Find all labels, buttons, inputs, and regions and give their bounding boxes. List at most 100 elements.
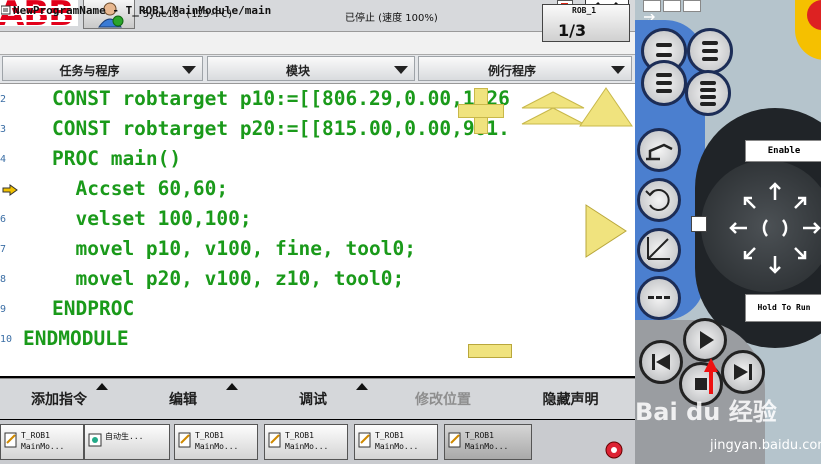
increment-icon: [648, 296, 670, 299]
window-minimize-button[interactable]: [643, 0, 661, 12]
line-number: 3: [0, 124, 7, 135]
add-instruction-menu[interactable]: 添加指令: [0, 379, 118, 419]
step-forward-button[interactable]: [721, 350, 765, 394]
toggle-axes-key[interactable]: [637, 228, 681, 272]
zoom-in-icon[interactable]: [458, 104, 504, 118]
window-close-button[interactable]: [683, 0, 701, 12]
menu-label: 调试: [299, 392, 327, 408]
key-icon: [656, 73, 672, 93]
menu-up-arrow-icon: [96, 383, 108, 390]
code-line[interactable]: movel p10, v100, fine, tool0;: [52, 237, 415, 260]
program-editor-icon: [268, 432, 281, 448]
quickset-icon: [605, 441, 623, 459]
programmable-key-2[interactable]: [687, 28, 733, 74]
menu-up-arrow-icon: [356, 383, 368, 390]
editor-tabs: 任务与程序 模块 例行程序: [0, 55, 635, 84]
auto-production-icon: [88, 433, 102, 447]
task-window-program-editor[interactable]: T_ROB1 MainMo...: [0, 424, 84, 460]
task-line: T_ROB1: [465, 431, 494, 440]
tab-label: 任务与程序: [59, 64, 120, 78]
toggle-motion-mode-key[interactable]: [637, 178, 681, 222]
menu-label: 修改位置: [415, 392, 471, 408]
robot-speed-fraction: 1/3: [558, 21, 587, 40]
program-pointer-icon: [2, 184, 18, 196]
line-number: 10: [0, 334, 13, 345]
key-icon: [700, 81, 716, 106]
tab-label: 模块: [285, 64, 310, 78]
code-line[interactable]: PROC main(): [52, 147, 181, 170]
code-line[interactable]: CONST robtarget p20:=[[815.00,0.00,961.: [52, 117, 510, 140]
robot-arm-icon: [646, 143, 673, 161]
scroll-up-icon[interactable]: [578, 86, 634, 128]
menu-label: 编辑: [169, 392, 197, 408]
task-line: MainMo...: [285, 442, 329, 451]
select-mechanical-unit-key[interactable]: [637, 128, 681, 172]
key-icon: [702, 41, 718, 61]
task-line: T_ROB1: [21, 431, 50, 440]
program-editor-icon: [1, 5, 11, 15]
task-window-program-editor[interactable]: T_ROB1 MainMo...: [174, 424, 258, 460]
play-icon: [700, 331, 714, 349]
task-window-program-editor[interactable]: T_ROB1 MainMo...: [354, 424, 438, 460]
dropdown-arrow-icon: [611, 66, 625, 74]
task-line: MainMo...: [375, 442, 419, 451]
line-number: 6: [0, 214, 7, 225]
window-restore-button[interactable]: [663, 0, 681, 12]
task-line: T_ROB1: [375, 431, 404, 440]
code-line[interactable]: CONST robtarget p10:=[[806.29,0.00,1026: [52, 87, 510, 110]
programmable-key-4[interactable]: [685, 70, 731, 116]
program-editor-icon: [4, 432, 17, 448]
tab-routines[interactable]: 例行程序: [418, 56, 632, 81]
joystick-lock-icon[interactable]: [691, 216, 707, 232]
code-line[interactable]: ENDMODULE: [23, 327, 129, 350]
step-forward-icon: [734, 364, 752, 380]
task-line: MainMo...: [195, 442, 239, 451]
debug-menu[interactable]: 调试: [248, 379, 378, 419]
task-window-program-editor[interactable]: T_ROB1 MainMo...: [264, 424, 348, 460]
line-number: 9: [0, 304, 7, 315]
watermark-site: jingyan.baidu.com: [710, 438, 821, 453]
programmable-key-3[interactable]: [641, 60, 687, 106]
zoom-out-icon[interactable]: [468, 344, 512, 358]
program-editor-icon: [178, 432, 191, 448]
task-window-auto-production[interactable]: 自动生...: [84, 424, 170, 460]
program-path: NewProgramName - T_ROB1/MainModule/main: [13, 4, 272, 17]
program-editor-icon: [448, 432, 461, 448]
program-editor-icon: [358, 432, 371, 448]
code-line[interactable]: movel p20, v100, z10, tool0;: [52, 267, 404, 290]
watermark-brand: Bai du 经验: [635, 398, 777, 426]
task-line: MainMo...: [465, 442, 509, 451]
tab-tasks-programs[interactable]: 任务与程序: [2, 56, 203, 81]
task-window-program-editor-active[interactable]: T_ROB1 MainMo...: [444, 424, 532, 460]
enable-label: Enable: [745, 140, 821, 162]
line-number: 2: [0, 94, 7, 105]
menu-up-arrow-icon: [226, 383, 238, 390]
task-line: MainMo...: [21, 442, 65, 451]
step-backward-icon: [652, 354, 670, 370]
logo-stripe: [0, 20, 78, 22]
code-line[interactable]: Accset 60,60;: [52, 177, 228, 200]
tab-label: 例行程序: [487, 64, 536, 78]
code-line[interactable]: velset 100,100;: [52, 207, 251, 230]
toggle-increment-key[interactable]: [637, 276, 681, 320]
controller-status: 已停止 (速度 100%): [345, 13, 438, 24]
step-backward-button[interactable]: [639, 340, 683, 384]
line-number: 4: [0, 154, 7, 165]
axes-icon: [647, 237, 670, 260]
hide-declarations-button[interactable]: 隐藏声明: [508, 379, 633, 419]
edit-menu[interactable]: 编辑: [118, 379, 248, 419]
line-number: 8: [0, 274, 7, 285]
task-line: 自动生...: [105, 432, 144, 441]
task-line: T_ROB1: [285, 431, 314, 440]
scroll-right-icon[interactable]: [584, 203, 628, 259]
joystick-arrows-icon: [729, 182, 821, 274]
code-line[interactable]: ENDPROC: [52, 297, 134, 320]
modify-position-button[interactable]: 修改位置: [378, 379, 508, 419]
line-number: 7: [0, 244, 7, 255]
menu-label: 隐藏声明: [542, 392, 599, 408]
program-path-bar: [0, 32, 635, 55]
tab-modules[interactable]: 模块: [207, 56, 415, 81]
pointer-arrow-icon: [704, 358, 718, 394]
task-line: T_ROB1: [195, 431, 224, 440]
editor-menu-bar: 添加指令 编辑 调试 修改位置 隐藏声明: [0, 378, 635, 419]
